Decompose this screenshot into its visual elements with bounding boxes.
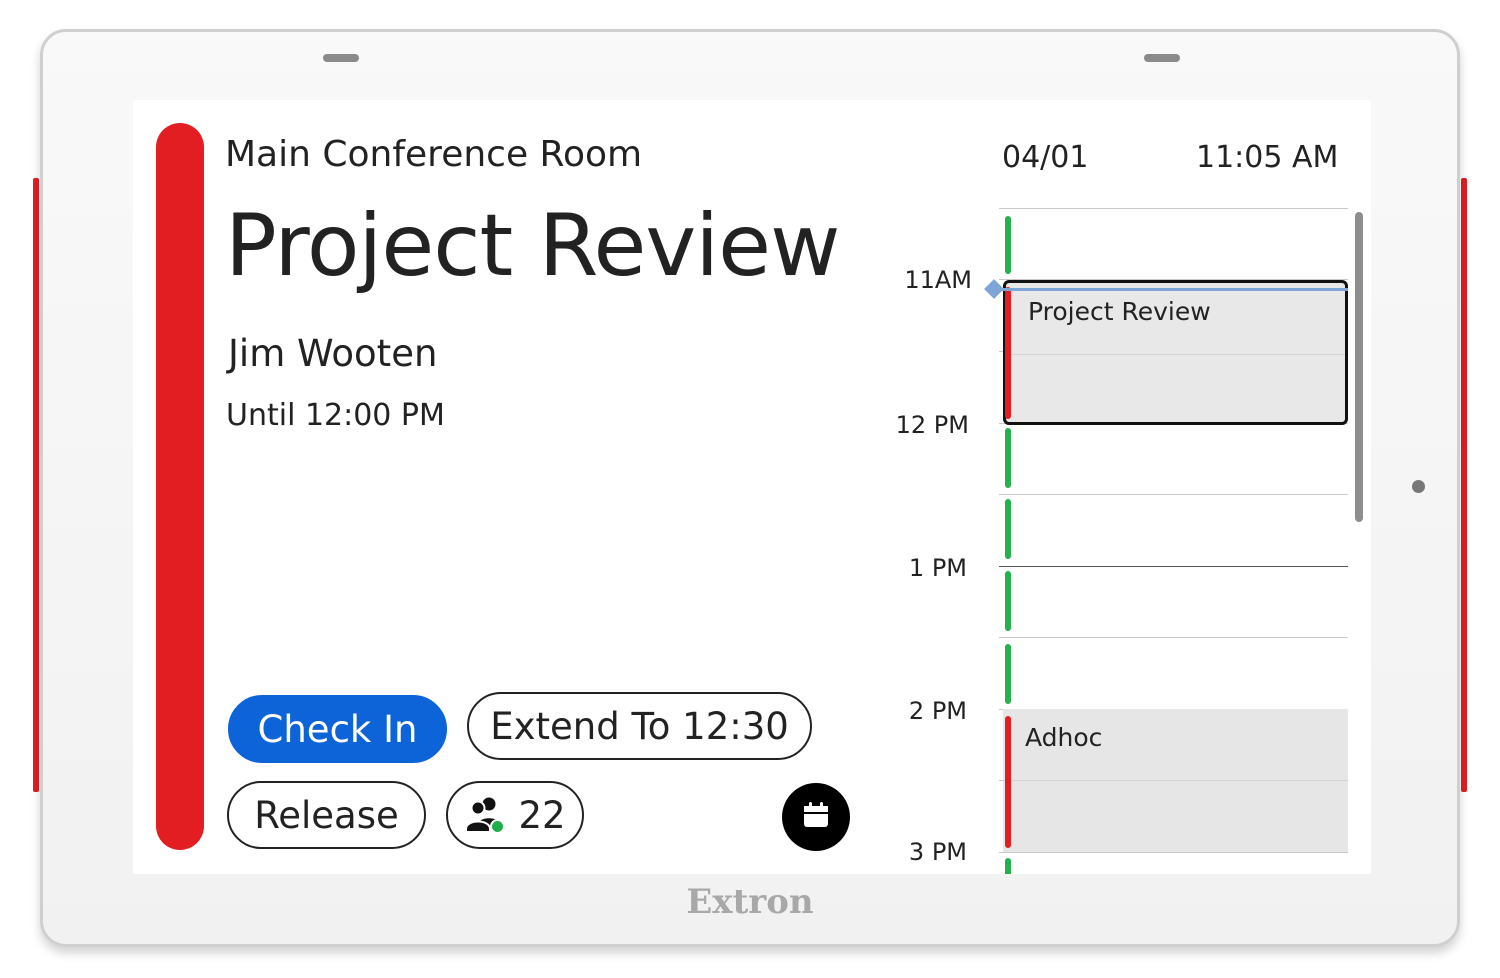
extend-button[interactable]: Extend To 12:30 xyxy=(467,692,812,760)
event-half-divider xyxy=(1006,354,1345,355)
slot-divider xyxy=(999,852,1348,853)
room-name: Main Conference Room xyxy=(225,134,643,175)
hour-label-3pm: 3 PM xyxy=(908,838,967,866)
free-slot-marker xyxy=(1005,499,1011,559)
room-scheduling-screen: Main Conference Room Project Review Jim … xyxy=(133,100,1371,874)
schedule-scrollbar[interactable] xyxy=(1355,212,1363,522)
current-time-marker xyxy=(984,279,1004,299)
left-sensor-slot xyxy=(323,54,359,62)
event-project-review[interactable]: Project Review xyxy=(1003,280,1348,425)
event-title: Adhoc xyxy=(1025,723,1103,752)
people-check-icon xyxy=(464,795,506,835)
hour-label-2pm: 2 PM xyxy=(908,697,967,725)
calendar-button[interactable] xyxy=(782,783,850,851)
slot-divider xyxy=(999,637,1348,638)
busy-slot-marker xyxy=(1005,716,1011,848)
free-slot-marker xyxy=(1005,644,1011,704)
attendees-button[interactable]: 22 xyxy=(446,781,584,849)
slot-divider xyxy=(999,494,1348,495)
event-title: Project Review xyxy=(1028,297,1211,326)
calendar-icon xyxy=(801,800,831,834)
left-status-led xyxy=(33,178,39,792)
event-adhoc[interactable]: Adhoc xyxy=(1003,709,1348,852)
slot-divider xyxy=(999,566,1348,567)
room-status-bar xyxy=(156,123,204,850)
release-button[interactable]: Release xyxy=(227,781,426,849)
free-slot-marker xyxy=(1005,571,1011,631)
hour-label-12pm: 12 PM xyxy=(895,411,969,439)
slot-divider xyxy=(999,208,1348,209)
schedule-timeline[interactable]: Project Review Adhoc xyxy=(984,208,1348,874)
hour-label-1pm: 1 PM xyxy=(908,554,967,582)
camera-sensor xyxy=(1412,480,1425,493)
right-status-led xyxy=(1461,178,1467,792)
attendees-count: 22 xyxy=(518,793,566,837)
free-slot-marker xyxy=(1005,858,1011,874)
meeting-organizer: Jim Wooten xyxy=(228,332,438,375)
meeting-until: Until 12:00 PM xyxy=(226,398,445,433)
check-in-button[interactable]: Check In xyxy=(228,695,447,763)
current-time-indicator xyxy=(995,288,1348,291)
current-date: 04/01 xyxy=(1002,140,1089,175)
event-half-divider xyxy=(1003,780,1348,781)
brand-logo: Extron xyxy=(686,882,814,922)
free-slot-marker xyxy=(1005,428,1011,488)
meeting-title: Project Review xyxy=(225,196,840,296)
current-time: 11:05 AM xyxy=(1196,140,1339,175)
busy-slot-marker xyxy=(1005,287,1011,419)
hour-label-11am: 11AM xyxy=(904,266,972,294)
right-sensor-slot xyxy=(1144,54,1180,62)
free-slot-marker xyxy=(1005,216,1011,274)
